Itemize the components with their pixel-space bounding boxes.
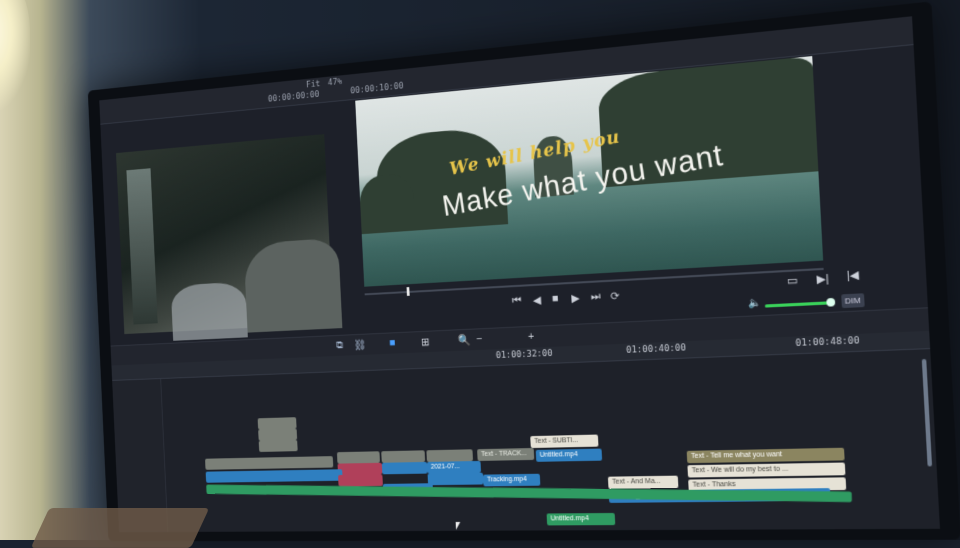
timeline-clip[interactable] xyxy=(205,456,334,470)
stop-icon[interactable]: ■ xyxy=(552,293,559,305)
mouse-cursor xyxy=(455,521,465,530)
timeline-tracks[interactable]: Text - SUBTI... Text - TRACK... Untitled… xyxy=(112,349,940,533)
snap-icon[interactable]: ⧉ xyxy=(336,339,344,352)
timeline-clip[interactable]: Untitled.mp4 xyxy=(535,448,603,462)
timeline-clip[interactable]: Text - And Ma... xyxy=(607,475,679,489)
ruler-timecode: 01:00:32:00 xyxy=(495,348,553,362)
flag-icon[interactable]: ■ xyxy=(389,337,396,349)
play-icon[interactable]: ▶ xyxy=(571,292,580,305)
timeline-clip[interactable] xyxy=(381,461,428,475)
skip-back-icon[interactable]: ⏮ xyxy=(512,295,522,308)
link-icon[interactable]: ⛓ xyxy=(354,338,367,351)
waterfall xyxy=(126,168,158,325)
zoom-level[interactable]: 47% xyxy=(328,77,343,88)
timeline-clip[interactable]: Tracking.mp4 xyxy=(483,473,541,487)
fit-label[interactable]: Fit xyxy=(306,79,321,90)
timeline-clip[interactable]: Untitled.mp4 xyxy=(546,512,616,526)
timeline-clip[interactable] xyxy=(205,469,343,483)
prev-frame-icon[interactable]: ◀ xyxy=(533,294,542,307)
timeline-clip[interactable] xyxy=(337,462,383,476)
program-timecode: 00:00:10:00 xyxy=(350,81,404,97)
timeline-clip[interactable] xyxy=(427,472,484,486)
speaker-icon[interactable]: 🔈 xyxy=(748,297,762,309)
timeline-clip[interactable] xyxy=(258,428,298,441)
karst-far-left xyxy=(358,172,416,235)
fullscreen-icon[interactable]: ▭ xyxy=(786,274,799,288)
timeline-clip[interactable]: 2021-07... xyxy=(426,460,482,474)
zoom-icon[interactable]: 🔍 xyxy=(457,334,470,347)
skip-forward-icon[interactable]: ⏭ xyxy=(591,290,601,304)
ruler-timecode: 01:00:40:00 xyxy=(625,343,687,356)
zoom-out-icon[interactable]: − xyxy=(476,333,483,345)
timeline-clip[interactable]: Text - TRACK... xyxy=(477,447,535,461)
editor-screen: Fit 47% 00:00:00:00 00:00:10:00 We will … xyxy=(99,16,940,533)
monitor: Fit 47% 00:00:00:00 00:00:10:00 We will … xyxy=(87,1,960,542)
timeline-clip[interactable] xyxy=(258,439,298,452)
timeline-clip[interactable] xyxy=(426,449,474,462)
next-edit-icon[interactable]: ▶| xyxy=(816,272,829,286)
timeline-clip[interactable] xyxy=(336,451,381,464)
timeline-clip[interactable]: Text - SUBTI... xyxy=(530,434,599,449)
loop-icon[interactable]: ⟳ xyxy=(610,289,620,303)
zoom-in-icon[interactable]: + xyxy=(528,331,535,343)
timeline-clip[interactable]: Text - Tell me what you want xyxy=(686,447,845,464)
ruler-timecode: 01:00:48:00 xyxy=(795,335,860,350)
dim-button[interactable]: DIM xyxy=(841,293,865,309)
source-timecode: 00:00:00:00 xyxy=(267,89,320,105)
desk-edge xyxy=(30,508,210,548)
zoom-fit-icon[interactable]: ⊞ xyxy=(421,336,430,348)
first-frame-icon[interactable]: |◀ xyxy=(846,268,859,282)
timeline-clip[interactable] xyxy=(338,474,383,487)
timeline-clip[interactable]: Text - We will do my best to ... xyxy=(687,462,846,478)
timeline-clip[interactable] xyxy=(381,450,426,463)
